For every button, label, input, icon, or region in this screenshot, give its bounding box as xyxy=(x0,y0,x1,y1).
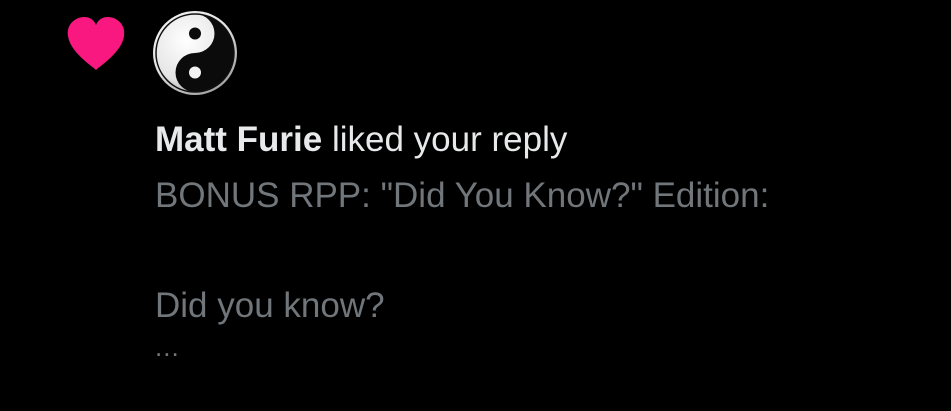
like-notification[interactable]: Matt Furie liked your reply BONUS RPP: "… xyxy=(0,0,951,411)
action-text: liked your reply xyxy=(331,120,568,159)
avatar[interactable] xyxy=(152,10,238,96)
notification-content: Matt Furie liked your reply BONUS RPP: "… xyxy=(155,116,935,362)
preview-blank-line xyxy=(155,218,935,284)
preview-line-1: BONUS RPP: "Did You Know?" Edition: xyxy=(155,176,770,215)
reply-preview[interactable]: BONUS RPP: "Did You Know?" Edition: Did … xyxy=(155,174,935,362)
user-name-link[interactable]: Matt Furie xyxy=(155,120,322,159)
preview-ellipsis: ... xyxy=(155,332,180,362)
notification-headline: Matt Furie liked your reply xyxy=(155,116,935,164)
preview-line-2: Did you know? xyxy=(155,286,385,325)
heart-icon xyxy=(67,17,125,70)
yin-yang-icon xyxy=(153,11,237,95)
